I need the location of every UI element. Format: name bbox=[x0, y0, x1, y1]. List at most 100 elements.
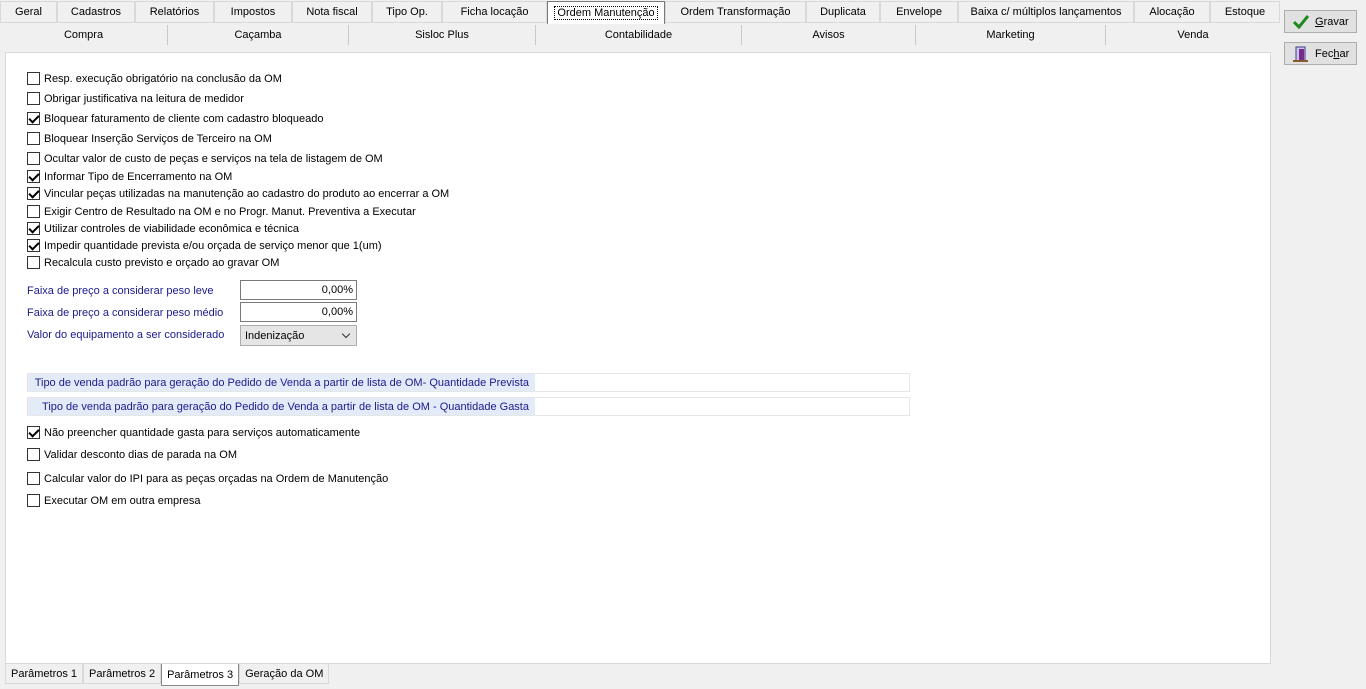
secondary-tab-row: Compra Caçamba Sisloc Plus Contabilidade Avi… bbox=[0, 24, 1280, 46]
checkbox-label: Bloquear Inserção Serviços de Terceiro n… bbox=[44, 132, 272, 145]
checkbox-label: Impedir quantidade prevista e/ou orçada … bbox=[44, 239, 382, 252]
chevron-down-icon bbox=[341, 329, 351, 339]
tab-contabilidade[interactable]: Contabilidade bbox=[536, 25, 742, 45]
checkbox-label: Exigir Centro de Resultado na OM e no Pr… bbox=[44, 205, 416, 218]
tipo-venda-gasta-row: Tipo de venda padrão para geração do Ped… bbox=[27, 397, 910, 416]
peso-leve-label: Faixa de preço a considerar peso leve bbox=[27, 285, 214, 297]
option-bloquear-insercao-servicos-de-terceiro-n[interactable]: Bloquear Inserção Serviços de Terceiro n… bbox=[27, 131, 272, 146]
tab-ficha-locacao[interactable]: Ficha locação bbox=[442, 1, 547, 23]
checkbox-label: Validar desconto dias de parada na OM bbox=[44, 448, 238, 461]
fechar-button[interactable]: Fechar bbox=[1284, 42, 1357, 65]
peso-leve-input[interactable] bbox=[240, 280, 357, 300]
option-impedir-quantidade-prevista-e-ou-orcada-[interactable]: Impedir quantidade prevista e/ou orçada … bbox=[27, 238, 382, 253]
tab-venda[interactable]: Venda bbox=[1106, 25, 1280, 45]
tab-label: Envelope bbox=[896, 6, 942, 18]
checkbox-label: Executar OM em outra empresa bbox=[44, 494, 201, 507]
checkbox-label: Obrigar justificativa na leitura de medi… bbox=[44, 92, 244, 105]
tab-envelope[interactable]: Envelope bbox=[880, 1, 958, 23]
valor-equipamento-select[interactable]: Indenização bbox=[240, 325, 357, 346]
tab-compra[interactable]: Compra bbox=[0, 25, 168, 45]
tab-label: Ordem Transformação bbox=[680, 6, 791, 18]
gravar-button[interactable]: Gravar bbox=[1284, 10, 1357, 33]
tab-geracao-da-om[interactable]: Geração da OM bbox=[239, 664, 330, 684]
checkbox-label: Calcular valor do IPI para as peças orça… bbox=[44, 472, 389, 485]
option-nao-preencher-quantidade-gasta-para-serv[interactable]: Não preencher quantidade gasta para serv… bbox=[27, 425, 360, 440]
checkbox-label: Bloquear faturamento de cliente com cada… bbox=[44, 112, 324, 125]
tab-impostos[interactable]: Impostos bbox=[214, 1, 292, 23]
peso-medio-label: Faixa de preço a considerar peso médio bbox=[27, 307, 224, 319]
main-tab-row: Geral Cadastros Relatórios Impostos Nota fis… bbox=[0, 0, 1280, 24]
checkbox[interactable] bbox=[27, 187, 40, 200]
checkbox-label: Utilizar controles de viabilidade econôm… bbox=[44, 222, 299, 235]
exit-door-icon bbox=[1293, 46, 1308, 62]
tab-parametros-3[interactable]: Parâmetros 3 bbox=[161, 664, 240, 686]
tab-marketing[interactable]: Marketing bbox=[916, 25, 1106, 45]
tab-parametros-1[interactable]: Parâmetros 1 bbox=[5, 664, 84, 684]
option-calcular-valor-do-ipi-para-as-pecas-orca[interactable]: Calcular valor do IPI para as peças orça… bbox=[27, 471, 388, 486]
tab-duplicata[interactable]: Duplicata bbox=[806, 1, 880, 23]
checkbox[interactable] bbox=[27, 72, 40, 85]
checkbox[interactable] bbox=[27, 92, 40, 105]
option-exigir-centro-de-resultado-na-om-e-no-pr[interactable]: Exigir Centro de Resultado na OM e no Pr… bbox=[27, 204, 416, 219]
checkbox-label: Vincular peças utilizadas na manutenção … bbox=[44, 187, 450, 200]
checkbox[interactable] bbox=[27, 112, 40, 125]
valor-equipamento-label: Valor do equipamento a ser considerado bbox=[27, 329, 225, 341]
option-ocultar-valor-de-custo-de-pecas-e-servic[interactable]: Ocultar valor de custo de peças e serviç… bbox=[27, 151, 383, 166]
option-validar-desconto-dias-de-parada-na-om[interactable]: Validar desconto dias de parada na OM bbox=[27, 447, 237, 462]
tab-alocacao[interactable]: Alocação bbox=[1134, 1, 1210, 23]
tab-label: Cadastros bbox=[70, 6, 122, 18]
checkbox[interactable] bbox=[27, 152, 40, 165]
tab-label: Baixa c/ múltiplos lançamentos bbox=[970, 6, 1122, 18]
tipo-venda-gasta-field[interactable] bbox=[535, 398, 909, 415]
checkbox[interactable] bbox=[27, 494, 40, 507]
checkbox[interactable] bbox=[27, 426, 40, 439]
tipo-venda-prevista-label: Tipo de venda padrão para geração do Ped… bbox=[28, 374, 535, 391]
option-obrigar-justificativa-na-leitura-de-medi[interactable]: Obrigar justificativa na leitura de medi… bbox=[27, 91, 244, 106]
option-resp-execucao-obrigatorio-na-conclusao-d[interactable]: Resp. execução obrigatório na conclusão … bbox=[27, 71, 282, 86]
checkmark-icon bbox=[1293, 14, 1309, 29]
parametros-tab-row: Parâmetros 1 Parâmetros 2 Parâmetros 3 Gera… bbox=[5, 664, 330, 686]
tab-avisos[interactable]: Avisos bbox=[742, 25, 916, 45]
option-informar-tipo-de-encerramento-na-om[interactable]: Informar Tipo de Encerramento na OM bbox=[27, 169, 232, 184]
option-utilizar-controles-de-viabilidade-econom[interactable]: Utilizar controles de viabilidade econôm… bbox=[27, 221, 299, 236]
tab-label: Relatórios bbox=[149, 6, 200, 18]
tab-cadastros[interactable]: Cadastros bbox=[57, 1, 135, 23]
option-vincular-pecas-utilizadas-na-manutencao-[interactable]: Vincular peças utilizadas na manutenção … bbox=[27, 186, 449, 201]
checkbox-label: Recalcula custo previsto e orçado ao gra… bbox=[44, 256, 280, 269]
tab-relatorios[interactable]: Relatórios bbox=[135, 1, 214, 23]
checkbox[interactable] bbox=[27, 448, 40, 461]
checkbox[interactable] bbox=[27, 205, 40, 218]
peso-medio-input[interactable] bbox=[240, 302, 357, 322]
tab-sisloc-plus[interactable]: Sisloc Plus bbox=[349, 25, 536, 45]
tipo-venda-prevista-field[interactable] bbox=[535, 374, 909, 391]
tipo-venda-gasta-label: Tipo de venda padrão para geração do Ped… bbox=[28, 398, 535, 415]
tipo-venda-prevista-row: Tipo de venda padrão para geração do Ped… bbox=[27, 373, 910, 392]
option-bloquear-faturamento-de-cliente-com-cada[interactable]: Bloquear faturamento de cliente com cada… bbox=[27, 111, 323, 126]
tab-ordem-manutencao[interactable]: Ordem Manutenção bbox=[547, 1, 665, 24]
checkbox-label: Resp. execução obrigatório na conclusão … bbox=[44, 72, 282, 85]
tab-geral[interactable]: Geral bbox=[0, 1, 57, 23]
checkbox-label: Informar Tipo de Encerramento na OM bbox=[44, 170, 233, 183]
checkbox[interactable] bbox=[27, 239, 40, 252]
tab-label: Geral bbox=[15, 6, 42, 18]
tab-tipo-op[interactable]: Tipo Op. bbox=[372, 1, 442, 23]
option-executar-om-em-outra-empresa[interactable]: Executar OM em outra empresa bbox=[27, 493, 201, 508]
checkbox[interactable] bbox=[27, 132, 40, 145]
checkbox[interactable] bbox=[27, 256, 40, 269]
tab-label: Ordem Manutenção bbox=[554, 6, 658, 20]
tab-ordem-transformacao[interactable]: Ordem Transformação bbox=[665, 1, 806, 23]
option-recalcula-custo-previsto-e-orcado-ao-gra[interactable]: Recalcula custo previsto e orçado ao gra… bbox=[27, 255, 279, 270]
tab-label: Estoque bbox=[1224, 6, 1266, 18]
tab-baixa-c-multiplos-lancamentos[interactable]: Baixa c/ múltiplos lançamentos bbox=[958, 1, 1134, 23]
checkbox-label: Não preencher quantidade gasta para serv… bbox=[44, 426, 361, 439]
tab-cacamba[interactable]: Caçamba bbox=[168, 25, 349, 45]
tab-nota-fiscal[interactable]: Nota fiscal bbox=[292, 1, 372, 23]
tab-label: Nota fiscal bbox=[306, 6, 358, 18]
tab-estoque[interactable]: Estoque bbox=[1210, 1, 1280, 23]
tab-parametros-2[interactable]: Parâmetros 2 bbox=[83, 664, 162, 684]
tab-label: Alocação bbox=[1149, 6, 1195, 18]
checkbox[interactable] bbox=[27, 472, 40, 485]
tab-label: Tipo Op. bbox=[386, 6, 428, 18]
checkbox[interactable] bbox=[27, 222, 40, 235]
checkbox[interactable] bbox=[27, 170, 40, 183]
